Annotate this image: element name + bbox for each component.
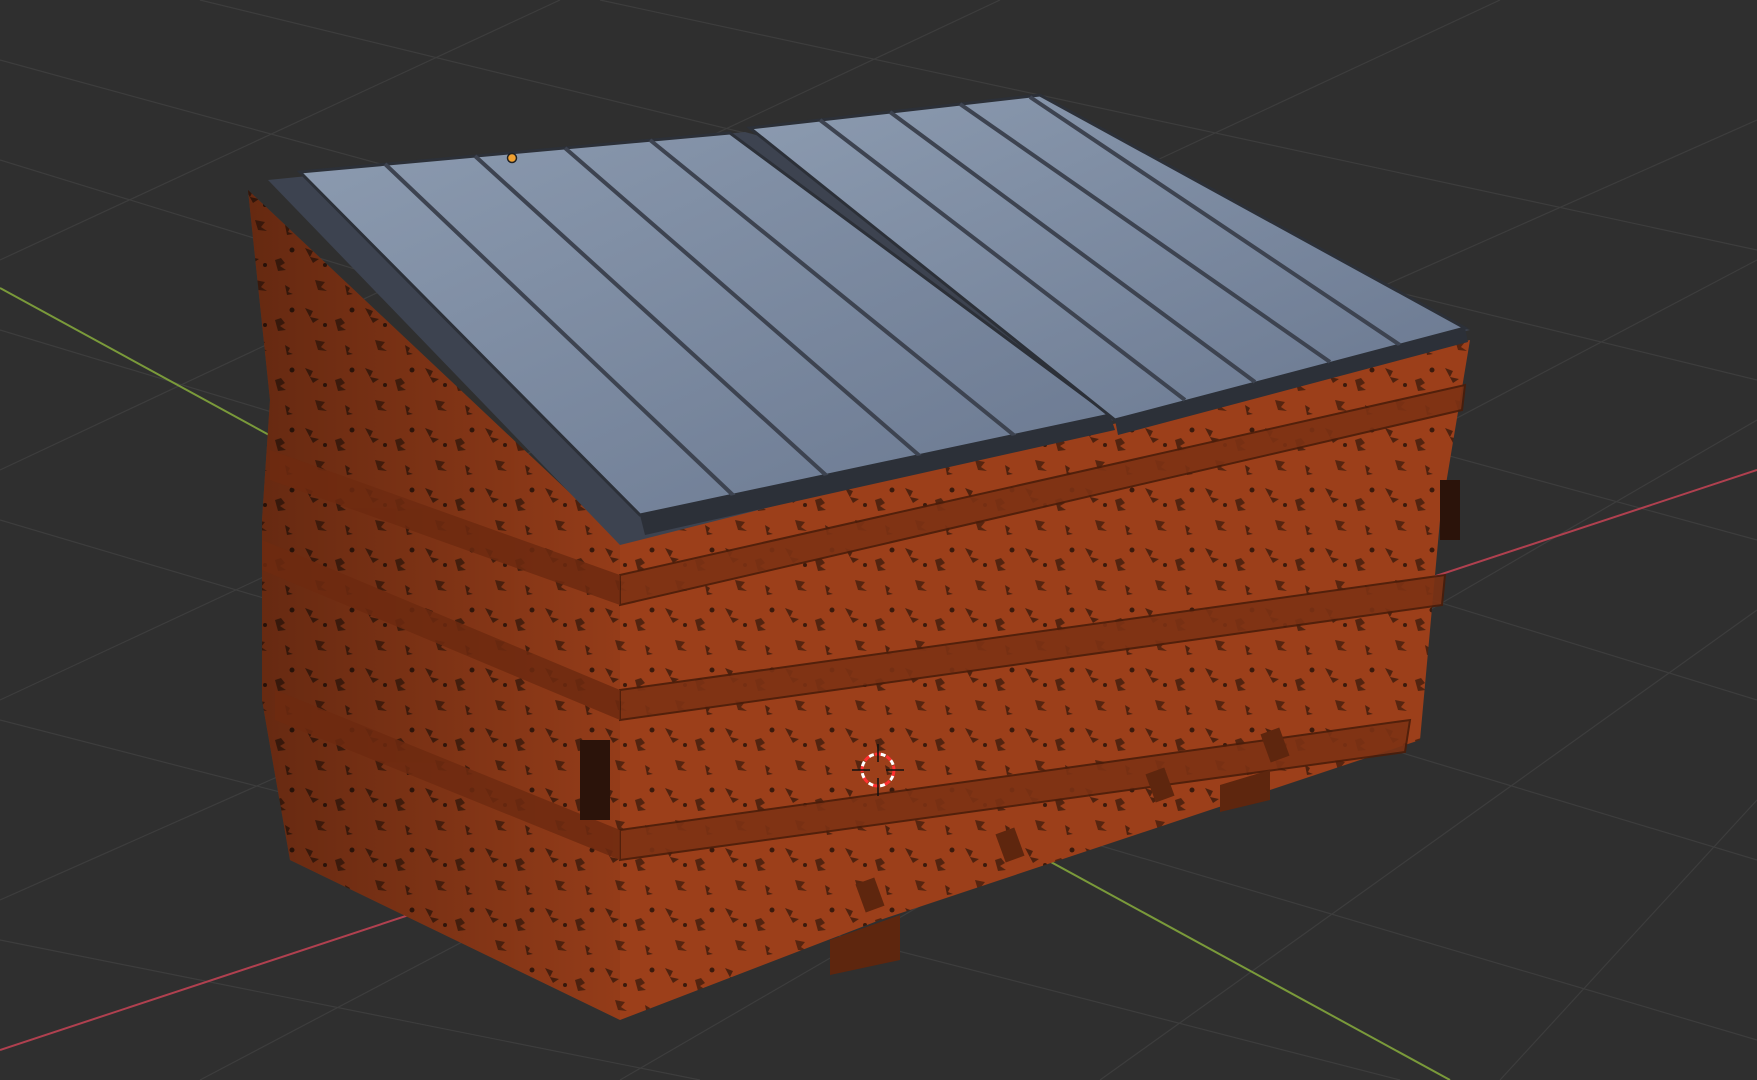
- origin-point: [506, 152, 518, 164]
- viewport-canvas[interactable]: [0, 0, 1757, 1080]
- fork-pocket-left: [580, 740, 610, 820]
- 3d-viewport[interactable]: [0, 0, 1757, 1080]
